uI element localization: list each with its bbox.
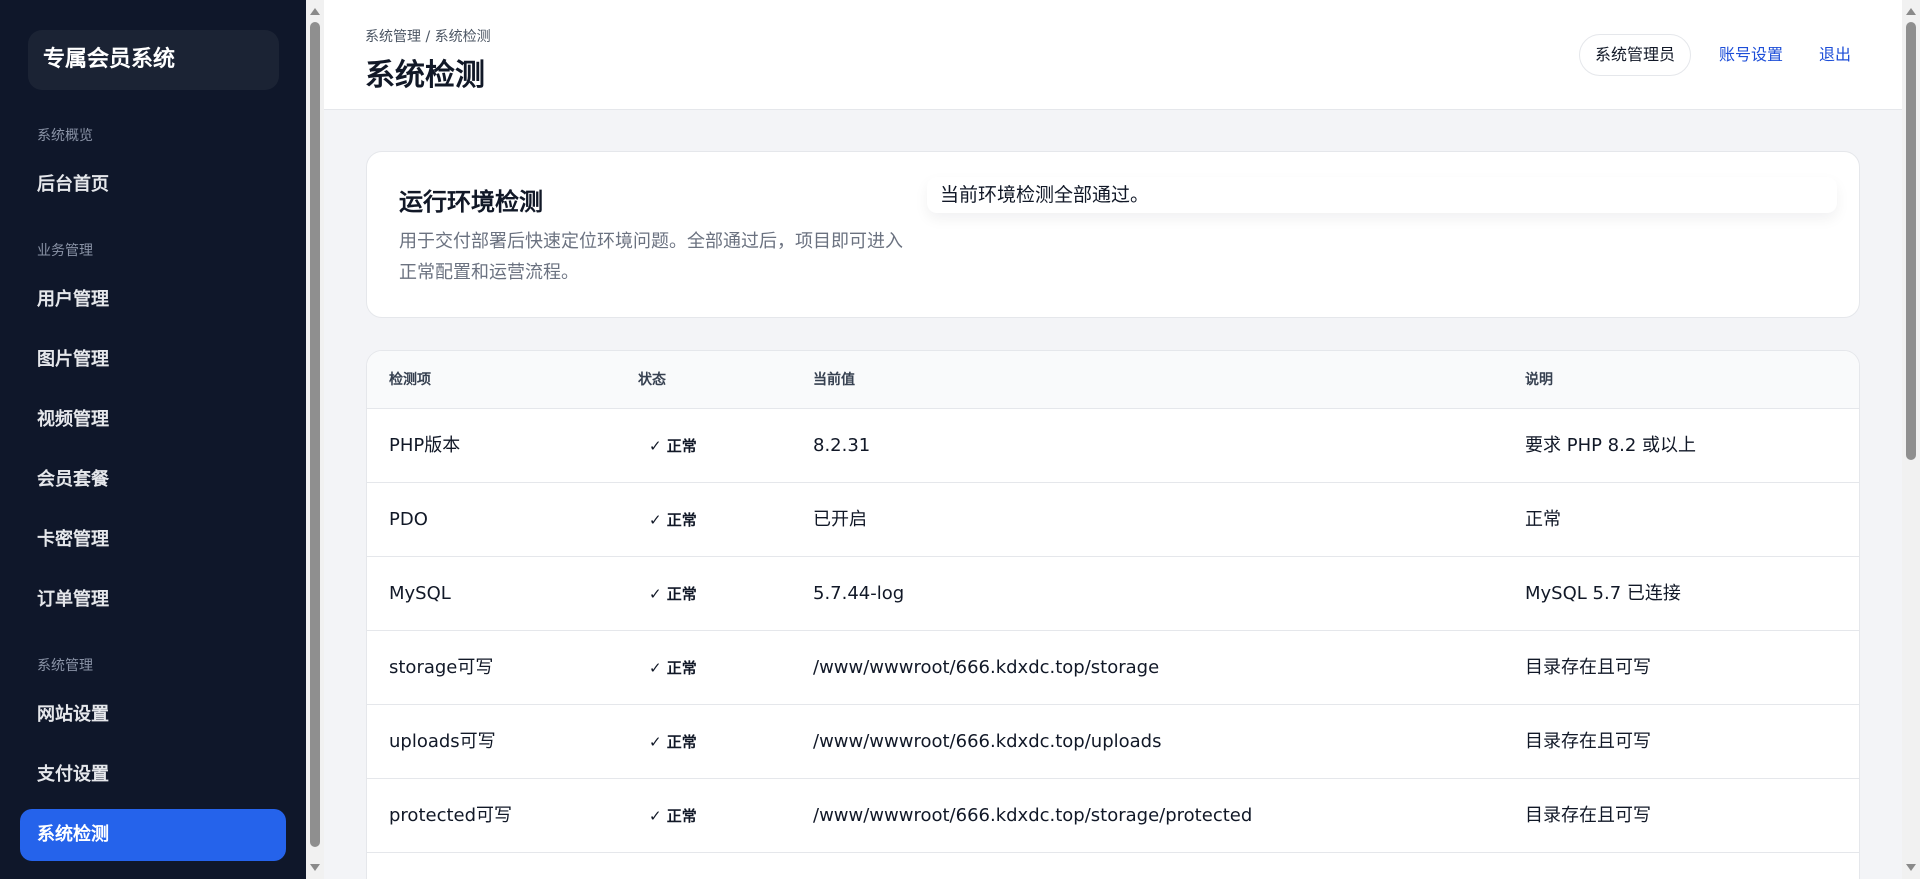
account-settings-link[interactable]: 账号设置	[1719, 34, 1783, 76]
environment-check-card: 运行环境检测 用于交付部署后快速定位环境问题。全部通过后，项目即可进入正常配置和…	[366, 151, 1860, 318]
scroll-up-icon[interactable]	[1906, 8, 1916, 15]
logout-link[interactable]: 退出	[1819, 34, 1851, 76]
admin-badge: 系统管理员	[1579, 34, 1691, 76]
sidebar-item-images[interactable]: 图片管理	[20, 334, 286, 386]
status-badge: ✓ 正常	[649, 733, 697, 751]
card-description: 用于交付部署后快速定位环境问题。全部通过后，项目即可进入正常配置和运营流程。	[399, 231, 903, 283]
sidebar-scrollbar-thumb[interactable]	[310, 22, 320, 847]
column-header-value: 当前值	[813, 372, 855, 388]
cell-value: 5.7.44-log	[813, 583, 905, 604]
main-content: 系统管理 / 系统检测 系统检测 系统管理员 账号设置 退出 运行环境检测 用于…	[324, 0, 1902, 879]
sidebar-item-users[interactable]: 用户管理	[20, 274, 286, 326]
status-badge: ✓ 正常	[649, 585, 697, 603]
table-row: storage可写 ✓ 正常 /www/wwwroot/666.kdxdc.to…	[367, 631, 1859, 705]
cell-note: 目录存在且可写	[1525, 657, 1651, 678]
cell-value: 8.2.31	[813, 435, 871, 456]
cell-note: MySQL 5.7 已连接	[1525, 583, 1681, 604]
breadcrumb: 系统管理 / 系统检测	[365, 29, 491, 45]
table-row: PDO ✓ 正常 已开启 正常	[367, 483, 1859, 557]
status-badge: ✓ 正常	[649, 437, 697, 455]
column-header-item: 检测项	[389, 372, 431, 388]
card-title: 运行环境检测	[399, 188, 543, 216]
cell-value: 已开启	[813, 509, 867, 530]
cell-note: 正常	[1525, 509, 1561, 530]
brand-logo: 专属会员系统	[28, 30, 279, 90]
cell-value: /www/wwwroot/666.kdxdc.top/storage	[813, 657, 1160, 678]
check-result-notice: 当前环境检测全部通过。	[927, 177, 1837, 213]
scroll-down-icon[interactable]	[1906, 864, 1916, 871]
nav-section-business: 业务管理	[37, 243, 93, 259]
status-badge: ✓ 正常	[649, 511, 697, 529]
nav-section-overview: 系统概览	[37, 128, 93, 144]
cell-value: /www/wwwroot/666.kdxdc.top/storage/prote…	[813, 805, 1253, 826]
table-header: 检测项 状态 当前值 说明	[367, 351, 1859, 409]
sidebar-item-orders[interactable]: 订单管理	[20, 574, 286, 626]
cell-item: protected可写	[389, 805, 513, 826]
sidebar-item-dashboard[interactable]: 后台首页	[20, 159, 286, 211]
cell-note: 目录存在且可写	[1525, 731, 1651, 752]
check-table: 检测项 状态 当前值 说明 PHP版本 ✓ 正常 8.2.31 要求 PHP 8…	[366, 350, 1860, 879]
column-header-note: 说明	[1525, 372, 1553, 388]
page-scrollbar-thumb[interactable]	[1906, 22, 1916, 460]
sidebar-item-payment-settings[interactable]: 支付设置	[20, 749, 286, 801]
sidebar: 专属会员系统 系统概览 后台首页 业务管理 用户管理 图片管理 视频管理 会员套…	[0, 0, 306, 879]
sidebar-item-plans[interactable]: 会员套餐	[20, 454, 286, 506]
sidebar-item-cards[interactable]: 卡密管理	[20, 514, 286, 566]
sidebar-item-videos[interactable]: 视频管理	[20, 394, 286, 446]
sidebar-scrollbar[interactable]	[306, 0, 324, 879]
page-title: 系统检测	[365, 58, 485, 93]
cell-item: PDO	[389, 509, 428, 530]
cell-item: storage可写	[389, 657, 494, 678]
page-scrollbar[interactable]	[1902, 0, 1920, 879]
cell-note: 目录存在且可写	[1525, 805, 1651, 826]
table-row: uploads可写 ✓ 正常 /www/wwwroot/666.kdxdc.to…	[367, 705, 1859, 779]
nav-section-system: 系统管理	[37, 658, 93, 674]
table-row: protected可写 ✓ 正常 /www/wwwroot/666.kdxdc.…	[367, 779, 1859, 853]
topbar: 系统管理 / 系统检测 系统检测 系统管理员 账号设置 退出	[324, 0, 1902, 110]
sidebar-item-site-settings[interactable]: 网站设置	[20, 689, 286, 741]
cell-item: PHP版本	[389, 435, 461, 456]
sidebar-item-system-check[interactable]: 系统检测	[20, 809, 286, 861]
scroll-down-icon[interactable]	[310, 864, 320, 871]
status-badge: ✓ 正常	[649, 807, 697, 825]
cell-item: MySQL	[389, 583, 451, 604]
cell-note: 要求 PHP 8.2 或以上	[1525, 435, 1697, 456]
table-row: PHP版本 ✓ 正常 8.2.31 要求 PHP 8.2 或以上	[367, 409, 1859, 483]
scroll-up-icon[interactable]	[310, 8, 320, 15]
cell-value: /www/wwwroot/666.kdxdc.top/uploads	[813, 731, 1162, 752]
cell-item: uploads可写	[389, 731, 496, 752]
table-row: MySQL ✓ 正常 5.7.44-log MySQL 5.7 已连接	[367, 557, 1859, 631]
column-header-status: 状态	[638, 372, 666, 388]
status-badge: ✓ 正常	[649, 659, 697, 677]
